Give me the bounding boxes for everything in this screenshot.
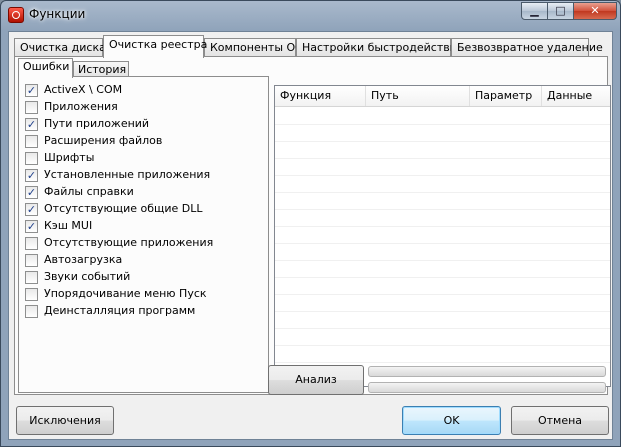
exclusions-button[interactable]: Исключения (16, 406, 114, 435)
progress-bar-bottom (368, 382, 606, 393)
checkbox[interactable] (25, 254, 38, 267)
registry-cleanup-panel: Ошибки История ✓ ActiveX \ COM Приложени… (14, 56, 611, 395)
check-item-label: Отсутствующие приложения (44, 236, 214, 249)
checkbox[interactable] (25, 152, 38, 165)
analyze-button[interactable]: Анализ (268, 365, 364, 395)
grid-line (275, 226, 610, 227)
grid-line (275, 124, 610, 125)
check-item-label: Звуки событий (44, 270, 131, 283)
close-button[interactable]: ✕ (573, 2, 617, 20)
grid-line (275, 192, 610, 193)
grid-line (275, 311, 610, 312)
checkbox[interactable] (25, 271, 38, 284)
checkbox[interactable]: ✓ (25, 118, 38, 131)
app-logo-icon (8, 7, 24, 23)
tab-performance-settings[interactable]: Настройки быстродействия (296, 38, 463, 57)
window-title: Функции (29, 7, 86, 21)
tab-secure-delete[interactable]: Безвозвратное удаление (451, 38, 603, 57)
checkbox[interactable]: ✓ (25, 169, 38, 182)
check-mark-icon: ✓ (26, 203, 37, 216)
grid-line (275, 243, 610, 244)
grid-line (275, 260, 610, 261)
grid-line (275, 362, 610, 363)
functions-window: Функции ▁ □ ✕ Очистка диска Очистка реес… (0, 0, 621, 447)
check-mark-icon: ✓ (26, 169, 37, 182)
tab-disk-cleanup[interactable]: Очистка диска (14, 38, 106, 57)
checkbox[interactable] (25, 305, 38, 318)
checkbox[interactable]: ✓ (25, 203, 38, 216)
grid-line (275, 345, 610, 346)
results-table-header: Функция Путь Параметр Данные (275, 86, 610, 107)
check-item-label: ActiveX \ COM (44, 83, 123, 96)
registry-checks-list: ✓ ActiveX \ COM Приложения ✓ Пути прилож… (18, 76, 269, 393)
check-item-label: Автозагрузка (44, 253, 123, 266)
checkbox[interactable]: ✓ (25, 220, 38, 233)
check-item-label: Пути приложений (44, 117, 150, 130)
check-item-label: Отсутствующие общие DLL (44, 202, 203, 215)
tab-os-components[interactable]: Компоненты ОС (204, 38, 303, 57)
progress-bar-top (368, 366, 606, 377)
checkbox[interactable] (25, 101, 38, 114)
check-item-label: Файлы справки (44, 185, 134, 198)
checkbox[interactable]: ✓ (25, 186, 38, 199)
grid-line (275, 294, 610, 295)
check-mark-icon: ✓ (26, 84, 37, 97)
ok-button[interactable]: OK (402, 406, 501, 435)
check-item-label: Кэш MUI (44, 219, 93, 232)
column-header-path[interactable]: Путь (366, 86, 470, 106)
check-item-label: Расширения файлов (44, 134, 163, 147)
minimize-button[interactable]: ▁ (521, 2, 548, 20)
checkbox[interactable] (25, 288, 38, 301)
checkbox[interactable] (25, 237, 38, 250)
check-item-label: Шрифты (44, 151, 95, 164)
grid-line (275, 175, 610, 176)
check-item-label: Упорядочивание меню Пуск (44, 287, 207, 300)
results-table[interactable]: Функция Путь Параметр Данные (274, 85, 611, 387)
dialog-client-area: Очистка диска Очистка реестра Компоненты… (8, 31, 613, 440)
tab-registry-cleanup[interactable]: Очистка реестра (103, 35, 207, 58)
grid-line (275, 141, 610, 142)
check-item-label: Деинсталляция программ (44, 304, 196, 317)
check-mark-icon: ✓ (26, 118, 37, 131)
grid-line (275, 328, 610, 329)
grid-line (275, 277, 610, 278)
grid-line (275, 158, 610, 159)
column-header-data[interactable]: Данные (542, 86, 610, 106)
check-mark-icon: ✓ (26, 186, 37, 199)
column-header-function[interactable]: Функция (275, 86, 366, 106)
column-header-parameter[interactable]: Параметр (470, 86, 542, 106)
maximize-button[interactable]: □ (547, 2, 574, 20)
checkbox[interactable]: ✓ (25, 84, 38, 97)
check-item-label: Установленные приложения (44, 168, 211, 181)
subtab-errors[interactable]: Ошибки (18, 58, 73, 78)
title-bar[interactable]: Функции ▁ □ ✕ (1, 1, 620, 31)
grid-line (275, 209, 610, 210)
check-item-label: Приложения (44, 100, 118, 113)
check-mark-icon: ✓ (26, 220, 37, 233)
cancel-button[interactable]: Отмена (511, 406, 609, 435)
checkbox[interactable] (25, 135, 38, 148)
